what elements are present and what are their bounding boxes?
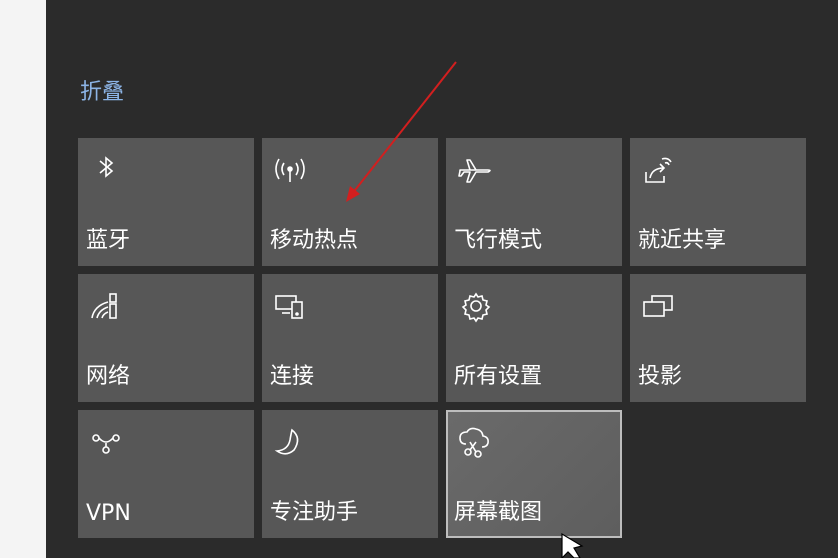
connect-icon	[270, 288, 310, 324]
tile-vpn[interactable]: VPN	[78, 410, 254, 538]
project-icon	[638, 288, 678, 324]
tile-label: 就近共享	[638, 228, 727, 253]
tile-focus-assist[interactable]: 专注助手	[262, 410, 438, 538]
tile-label: 飞行模式	[454, 228, 543, 253]
tile-connect[interactable]: 连接	[262, 274, 438, 402]
nearby-share-icon	[638, 152, 678, 188]
tile-airplane-mode[interactable]: 飞行模式	[446, 138, 622, 266]
tile-screen-snip[interactable]: 屏幕截图	[446, 410, 622, 538]
airplane-icon	[454, 152, 494, 188]
tile-nearby-share[interactable]: 就近共享	[630, 138, 806, 266]
snip-icon	[454, 424, 494, 460]
mobile-hotspot-icon	[270, 152, 310, 188]
tile-label: 屏幕截图	[454, 500, 543, 525]
network-icon	[86, 288, 126, 324]
tile-label: 所有设置	[454, 364, 543, 389]
tile-label: 蓝牙	[86, 228, 131, 253]
tile-label: VPN	[86, 501, 131, 526]
tile-label: 网络	[86, 364, 131, 389]
tile-label: 专注助手	[270, 500, 359, 525]
tile-mobile-hotspot[interactable]: 移动热点	[262, 138, 438, 266]
left-window-edge	[0, 0, 46, 558]
moon-icon	[270, 424, 310, 460]
bluetooth-icon	[86, 152, 126, 188]
tile-project[interactable]: 投影	[630, 274, 806, 402]
tile-label: 投影	[638, 364, 683, 389]
gear-icon	[454, 288, 494, 324]
collapse-link[interactable]: 折叠	[80, 74, 124, 106]
tile-network[interactable]: 网络	[78, 274, 254, 402]
tile-label: 连接	[270, 364, 315, 389]
tile-label: 移动热点	[270, 228, 359, 253]
tile-bluetooth[interactable]: 蓝牙	[78, 138, 254, 266]
vpn-icon	[86, 424, 126, 460]
tile-all-settings[interactable]: 所有设置	[446, 274, 622, 402]
